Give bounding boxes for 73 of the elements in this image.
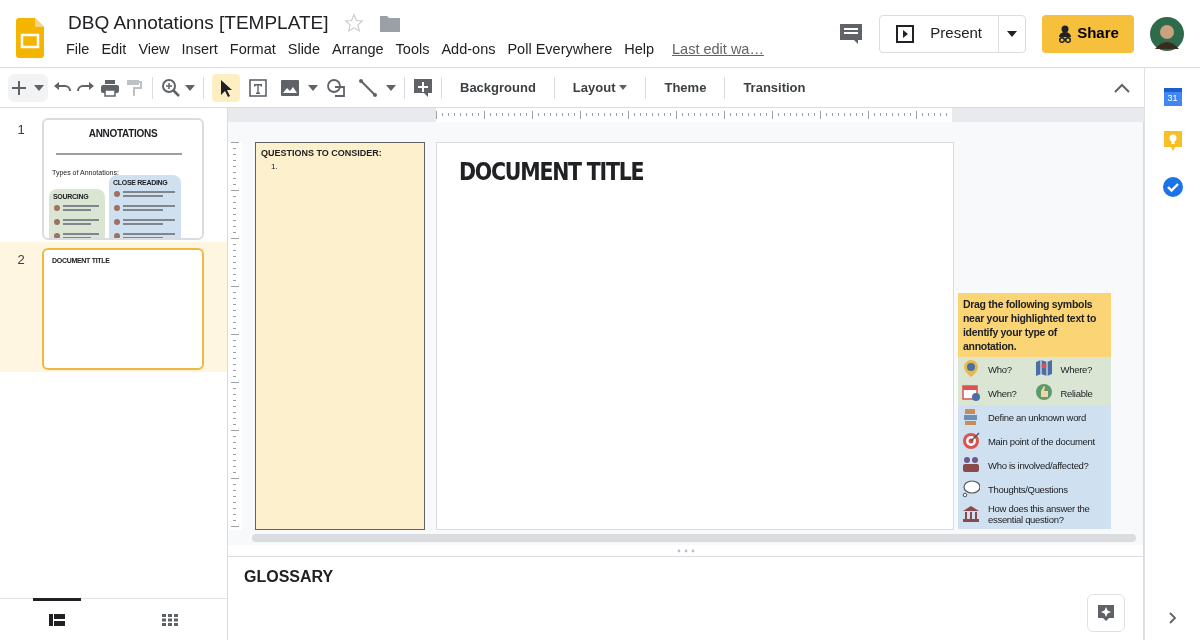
plus-icon [12,80,26,95]
slide-number: 1 [16,121,26,139]
folder-icon[interactable] [380,14,401,33]
last-edit-link[interactable]: Last edit wa… [672,38,764,61]
menu-item[interactable]: Insert [175,38,224,61]
filmstrip-view-icon[interactable] [48,613,65,626]
instruction-text: Drag the following symbols near your highlighted text to identify your type of annotation. [958,293,1111,357]
comment-icon[interactable] [839,23,864,46]
menu-item[interactable]: Add-ons [435,38,502,61]
grid-view-icon[interactable] [162,613,179,626]
slide-number: 2 [16,251,26,269]
question-item: 1. [270,160,279,173]
menu-item[interactable]: Edit [95,38,133,61]
slide-title[interactable]: DOCUMENT TITLE [459,153,644,191]
symbol-label: Who? [988,363,1012,375]
caret-icon[interactable] [1007,30,1017,37]
caret-icon[interactable] [185,84,195,91]
add-comment-icon[interactable] [413,77,433,98]
zoom-icon[interactable] [161,77,181,98]
thumbs-up-icon[interactable] [1034,383,1053,403]
menu-item[interactable]: Help [618,38,661,61]
share-button[interactable]: Share [1042,14,1134,53]
collapse-icon[interactable] [1114,82,1130,93]
symbol-label: Who is involved/affected? [988,459,1089,471]
thumbnail-title: ANNOTATIONS [87,127,159,141]
avatar[interactable] [1150,16,1184,51]
caret-icon[interactable] [386,84,396,91]
symbol-label: Define an unknown word [988,411,1086,423]
person-link-icon [1057,24,1074,43]
scrollbar[interactable] [252,534,1136,542]
calendar-icon[interactable]: 31 [1163,88,1182,106]
speech-bubble-icon[interactable] [962,479,980,499]
map-icon[interactable] [1034,359,1053,379]
caret-icon[interactable] [308,84,318,91]
target-icon[interactable] [962,431,980,451]
menu-item[interactable]: Slide [281,38,326,61]
star-icon[interactable] [344,13,365,34]
menu-item[interactable]: File [60,38,96,61]
menu-item[interactable]: View [132,38,176,61]
location-pin-icon[interactable] [962,359,980,379]
menu-item[interactable]: Tools [389,38,436,61]
symbol-label: Main point of the document [988,435,1095,447]
questions-box[interactable]: QUESTIONS TO CONSIDER: 1. [255,142,425,530]
symbol-label: How does this answer the essential question? [988,503,1091,525]
calendar-icon[interactable] [962,383,980,403]
questions-heading: QUESTIONS TO CONSIDER: [261,147,383,160]
symbol-list-drawing [113,188,177,238]
symbol-label: Thoughts/Questions [988,483,1068,495]
sparkle-icon [1096,603,1116,623]
menu-item[interactable]: Poll Everywhere [501,38,619,61]
building-icon[interactable] [962,504,980,524]
symbol-label: Where? [1060,363,1092,375]
print-icon[interactable] [100,77,120,98]
menu-item[interactable]: Format [223,38,282,61]
symbol-label: When? [988,387,1017,399]
toolbar-button[interactable]: Transition [733,77,816,98]
toolbar-button[interactable]: Background [450,77,546,98]
new-slide-button[interactable] [8,73,48,102]
menu-button[interactable]: Layout [562,77,638,98]
present-label[interactable]: Present [930,22,982,45]
toolbar-button[interactable]: Theme [654,77,717,98]
people-icon[interactable] [962,455,980,475]
document-title[interactable]: DBQ Annotations [TEMPLATE] [68,10,329,35]
notes-text[interactable]: GLOSSARY [244,565,1127,589]
present-icon [896,24,915,43]
menu-item[interactable]: Arrange [326,38,390,61]
cursor-icon[interactable] [212,73,240,102]
tasks-icon[interactable] [1161,176,1184,198]
expand-icon[interactable] [1168,612,1177,624]
drag-handle-icon[interactable] [675,548,696,553]
symbol-label: Reliable [1060,387,1093,399]
present-button[interactable]: Present [879,14,1026,53]
explore-button[interactable] [1087,594,1125,632]
